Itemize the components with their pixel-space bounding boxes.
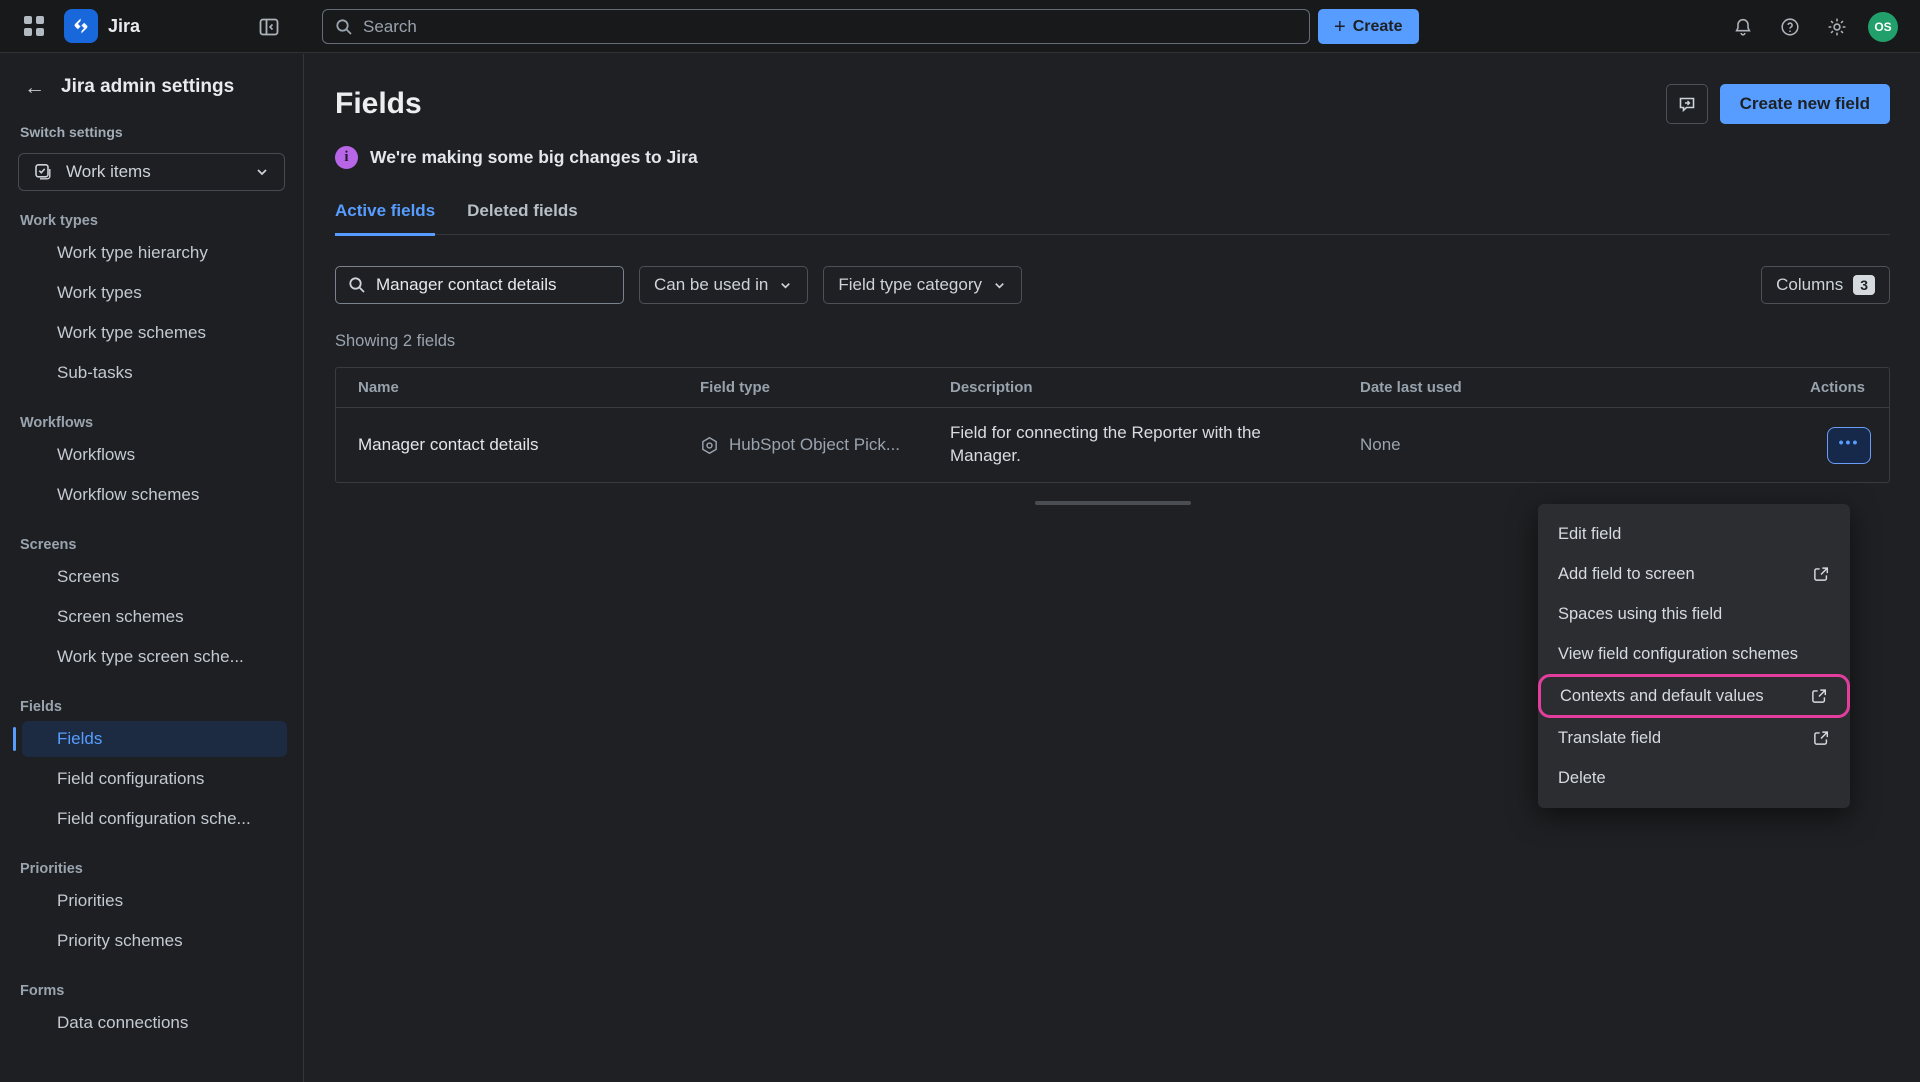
cell-description: Field for connecting the Reporter with t… — [928, 414, 1328, 476]
can-be-used-in-dropdown[interactable]: Can be used in — [639, 266, 808, 304]
sidebar-title: Jira admin settings — [61, 76, 234, 98]
object-picker-icon — [700, 436, 719, 455]
cell-field-name: Manager contact details — [336, 435, 678, 455]
switch-settings-label: Switch settings — [20, 124, 303, 140]
sidebar-item-data-connections[interactable]: Data connections — [0, 1003, 303, 1043]
feedback-button[interactable] — [1666, 84, 1708, 124]
filter-bar: Can be used in Field type category Colum… — [335, 266, 1890, 304]
info-icon: i — [335, 146, 358, 169]
sidebar-item-work-type-schemes[interactable]: Work type schemes — [0, 313, 303, 353]
table-row: Manager contact details HubSpot Object P… — [336, 408, 1889, 482]
chevron-down-icon — [778, 278, 793, 293]
sidebar-item-workflow-schemes[interactable]: Workflow schemes — [0, 475, 303, 515]
external-link-icon — [1812, 565, 1830, 583]
global-search-input[interactable] — [363, 17, 1263, 37]
sidebar-item-workflows[interactable]: Workflows — [0, 435, 303, 475]
chevron-down-icon — [992, 278, 1007, 293]
settings-gear-icon[interactable] — [1824, 14, 1850, 40]
row-actions-button[interactable]: ••• — [1827, 427, 1871, 464]
back-arrow-icon[interactable]: ← — [24, 77, 45, 98]
tab-active-fields[interactable]: Active fields — [335, 201, 435, 236]
banner-text: We're making some big changes to Jira — [370, 147, 698, 168]
menu-item-delete[interactable]: Delete — [1538, 758, 1850, 798]
fields-tabs: Active fields Deleted fields — [335, 201, 1890, 235]
avatar[interactable]: OS — [1868, 12, 1898, 42]
sidebar-item-sub-tasks[interactable]: Sub-tasks — [0, 353, 303, 393]
column-header-field-type: Field type — [678, 379, 928, 396]
column-header-date-last-used: Date last used — [1338, 379, 1772, 396]
work-items-icon — [33, 162, 53, 182]
sidebar-item-field-configurations[interactable]: Field configurations — [0, 759, 303, 799]
column-header-description: Description — [928, 379, 1338, 396]
section-fields: Fields — [20, 699, 303, 719]
menu-item-translate-field[interactable]: Translate field — [1538, 718, 1850, 758]
sidebar-item-work-types[interactable]: Work types — [0, 273, 303, 313]
table-header-row: Name Field type Description Date last us… — [336, 368, 1889, 408]
sidebar-item-priority-schemes[interactable]: Priority schemes — [0, 921, 303, 961]
column-header-actions: Actions — [1772, 379, 1889, 396]
settings-switcher-value: Work items — [66, 162, 254, 182]
sidebar-item-fields[interactable]: Fields — [0, 719, 303, 759]
app-switcher-icon[interactable] — [24, 16, 44, 36]
table-scrollbar[interactable] — [1035, 501, 1191, 505]
menu-item-view-field-configuration-schemes[interactable]: View field configuration schemes — [1538, 634, 1850, 674]
sidebar-item-work-type-hierarchy[interactable]: Work type hierarchy — [0, 233, 303, 273]
showing-count: Showing 2 fields — [335, 332, 1890, 351]
search-icon — [348, 276, 366, 294]
field-type-category-dropdown[interactable]: Field type category — [823, 266, 1022, 304]
feedback-icon — [1677, 94, 1697, 114]
settings-switcher-dropdown[interactable]: Work items — [18, 153, 285, 191]
sidebar-item-work-type-screen-schemes[interactable]: Work type screen sche... — [0, 637, 303, 677]
section-priorities: Priorities — [20, 861, 303, 881]
chevron-down-icon — [254, 164, 270, 180]
menu-item-contexts-and-default-values[interactable]: Contexts and default values — [1540, 676, 1848, 716]
cell-field-type: HubSpot Object Pick... — [678, 435, 928, 455]
column-header-name: Name — [336, 379, 678, 396]
sidebar-item-screen-schemes[interactable]: Screen schemes — [0, 597, 303, 637]
field-actions-menu: Edit field Add field to screen Spaces us… — [1538, 504, 1850, 808]
notifications-icon[interactable] — [1730, 14, 1756, 40]
section-forms: Forms — [20, 983, 303, 1003]
section-work-types: Work types — [20, 213, 303, 233]
top-navigation-bar: Jira + Create — [0, 0, 1920, 53]
plus-icon: + — [1334, 17, 1346, 37]
external-link-icon — [1810, 687, 1828, 705]
section-screens: Screens — [20, 537, 303, 557]
create-new-field-button[interactable]: Create new field — [1720, 84, 1890, 124]
jira-logo[interactable] — [64, 9, 98, 43]
menu-item-add-field-to-screen[interactable]: Add field to screen — [1538, 554, 1850, 594]
search-icon — [335, 18, 353, 36]
app-name: Jira — [108, 16, 140, 37]
fields-table: Name Field type Description Date last us… — [335, 367, 1890, 483]
global-search[interactable] — [322, 9, 1310, 44]
menu-item-edit-field[interactable]: Edit field — [1538, 514, 1850, 554]
help-icon[interactable] — [1777, 14, 1803, 40]
tab-deleted-fields[interactable]: Deleted fields — [467, 201, 578, 234]
menu-item-spaces-using-this-field[interactable]: Spaces using this field — [1538, 594, 1850, 634]
sidebar-nav: Work types Work type hierarchy Work type… — [0, 213, 303, 1043]
admin-settings-sidebar: ← Jira admin settings Switch settings Wo… — [0, 54, 304, 1082]
create-button[interactable]: + Create — [1318, 9, 1419, 44]
section-workflows: Workflows — [20, 415, 303, 435]
field-search[interactable] — [335, 266, 624, 304]
columns-button[interactable]: Columns 3 — [1761, 266, 1890, 304]
field-search-input[interactable] — [376, 275, 606, 295]
collapse-sidebar-icon[interactable] — [257, 15, 281, 39]
cell-date-last-used: None — [1338, 435, 1772, 455]
page-title: Fields — [335, 87, 1666, 121]
sidebar-item-priorities[interactable]: Priorities — [0, 881, 303, 921]
external-link-icon — [1812, 729, 1830, 747]
sidebar-item-field-configuration-schemes[interactable]: Field configuration sche... — [0, 799, 303, 839]
columns-count-badge: 3 — [1853, 275, 1875, 295]
changes-banner[interactable]: i We're making some big changes to Jira — [335, 146, 1890, 169]
sidebar-item-screens[interactable]: Screens — [0, 557, 303, 597]
